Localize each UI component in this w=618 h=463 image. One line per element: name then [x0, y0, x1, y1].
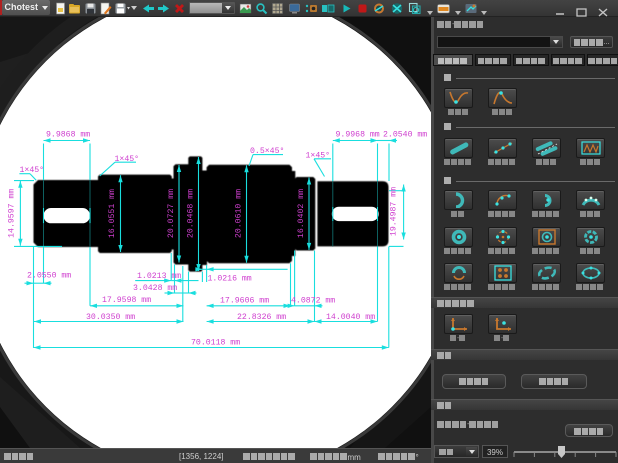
svg-text:2.0550 mm: 2.0550 mm: [27, 272, 71, 281]
svg-text:1.0213 mm: 1.0213 mm: [137, 272, 181, 281]
svg-text:9.9968 mm: 9.9968 mm: [336, 131, 380, 140]
svg-text:20.0610 mm: 20.0610 mm: [235, 189, 244, 238]
svg-text:16.0551 mm: 16.0551 mm: [108, 189, 117, 238]
svg-text:22.8326 mm: 22.8326 mm: [237, 313, 286, 322]
svg-text:14.0040 mm: 14.0040 mm: [326, 313, 375, 322]
svg-text:1×45°: 1×45°: [20, 166, 45, 175]
svg-text:30.0350 mm: 30.0350 mm: [86, 313, 135, 322]
svg-text:0.5×45°: 0.5×45°: [250, 147, 284, 156]
svg-text:20.0468 mm: 20.0468 mm: [187, 189, 196, 238]
svg-text:3.0428 mm: 3.0428 mm: [133, 284, 177, 293]
svg-text:1×45°: 1×45°: [306, 152, 331, 161]
svg-text:14.9597 mm: 14.9597 mm: [8, 189, 17, 238]
svg-text:17.9598 mm: 17.9598 mm: [102, 296, 151, 305]
svg-text:9.9868 mm: 9.9868 mm: [46, 131, 90, 140]
svg-text:19.4987 mm: 19.4987 mm: [389, 187, 398, 236]
svg-text:70.0118 mm: 70.0118 mm: [191, 339, 240, 348]
svg-text:16.0402 mm: 16.0402 mm: [297, 189, 306, 238]
svg-text:17.9606 mm: 17.9606 mm: [220, 297, 269, 306]
svg-text:1×45°: 1×45°: [115, 155, 140, 164]
svg-text:2.0540 mm: 2.0540 mm: [383, 131, 427, 140]
svg-text:20.0727 mm: 20.0727 mm: [167, 189, 176, 238]
svg-text:4.0872 mm: 4.0872 mm: [291, 297, 335, 306]
svg-text:1.0216 mm: 1.0216 mm: [208, 275, 252, 284]
